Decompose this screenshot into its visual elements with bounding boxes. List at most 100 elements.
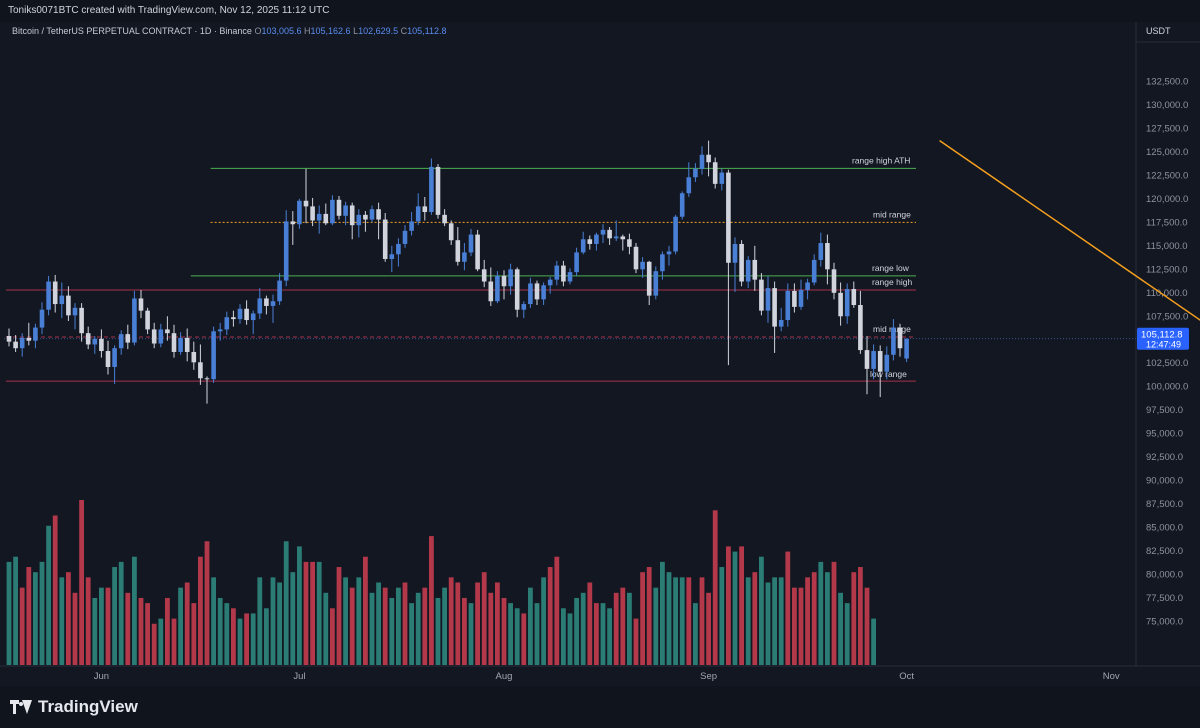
candle-body xyxy=(521,304,527,310)
candle-body xyxy=(297,200,302,225)
volume-bar xyxy=(204,541,210,665)
volume-bar xyxy=(653,587,659,665)
volume-bar xyxy=(561,608,566,665)
volume-bar xyxy=(409,603,414,665)
volume-bar xyxy=(178,587,183,665)
candle-body xyxy=(778,320,784,327)
volume-bar xyxy=(363,556,368,665)
symbol-info: Bitcoin / TetherUS PERPETUAL CONTRACT · … xyxy=(12,26,447,36)
candle-body xyxy=(627,239,632,247)
candle-body xyxy=(858,305,863,351)
volume-bar xyxy=(402,582,408,665)
volume-bar xyxy=(396,587,401,665)
volume-bar xyxy=(594,603,599,665)
volume-bar xyxy=(600,603,606,665)
candle-body xyxy=(85,333,91,345)
tradingview-logo[interactable]: TradingView xyxy=(10,696,138,718)
candle-body xyxy=(653,271,659,296)
volume-bar xyxy=(580,592,586,665)
volume-bar xyxy=(521,613,527,665)
candle-body xyxy=(303,200,309,207)
candle-body xyxy=(897,327,903,349)
candle-body xyxy=(580,239,586,253)
candle-body xyxy=(343,205,348,216)
volume-bar xyxy=(184,582,190,665)
volume-bar xyxy=(772,577,777,665)
candle-body xyxy=(310,206,315,221)
volume-bar xyxy=(118,561,124,665)
volume-bar xyxy=(455,582,461,665)
candle-body xyxy=(389,254,395,259)
y-tick-label: 122,500.0 xyxy=(1146,170,1188,181)
candle-body xyxy=(673,216,678,252)
volume-bar xyxy=(633,618,639,665)
price-chart[interactable]: USDT 75,000.0 77,500.0 80,000.0 82,500.0 85,0… xyxy=(0,0,1200,728)
volume-bar xyxy=(838,592,843,665)
candle-body xyxy=(257,298,263,314)
candle-body xyxy=(798,289,804,307)
x-tick-label: Sep xyxy=(700,671,717,682)
volume-bar xyxy=(844,603,850,665)
candle-body xyxy=(396,243,401,255)
candle-body xyxy=(224,317,230,330)
candle-body xyxy=(336,199,342,216)
open-value: 103,005.6 xyxy=(261,26,302,36)
volume-bar xyxy=(739,546,744,665)
candle-body xyxy=(46,281,51,310)
candle-body xyxy=(633,246,639,270)
volume-bar xyxy=(732,551,738,665)
volume-bar xyxy=(13,556,18,665)
candle-body xyxy=(79,307,84,334)
volume-bar xyxy=(554,556,560,665)
volume-bar xyxy=(607,608,612,665)
candle-body xyxy=(785,290,791,321)
volume-bar xyxy=(349,587,355,665)
y-tick-label: 92,500.0 xyxy=(1146,452,1183,463)
volume-bar xyxy=(191,603,197,665)
candle-body xyxy=(712,162,718,184)
volume-bar xyxy=(52,515,58,665)
low-value: 102,629.5 xyxy=(358,26,399,36)
candle-body xyxy=(158,329,164,344)
candle-body xyxy=(264,298,269,306)
candle-body xyxy=(495,275,500,302)
volume-bar xyxy=(501,597,507,665)
volume-bar xyxy=(105,587,111,665)
volume-bar xyxy=(778,577,784,665)
volume-bar xyxy=(646,567,652,665)
brand-name: TradingView xyxy=(38,697,138,716)
volume-bar xyxy=(620,587,626,665)
candle-body xyxy=(732,243,738,263)
volume-bar xyxy=(151,623,157,665)
volume-bar xyxy=(297,546,302,665)
candle-body xyxy=(884,354,890,372)
y-tick-label: 77,500.0 xyxy=(1146,593,1183,604)
candle-body xyxy=(145,310,150,330)
volume-bar xyxy=(798,587,804,665)
candle-body xyxy=(138,298,144,311)
candle-body xyxy=(462,252,467,262)
candle-body xyxy=(415,206,421,222)
volume-bar xyxy=(376,582,381,665)
volume-bar xyxy=(316,561,322,665)
volume-bar xyxy=(765,582,771,665)
y-tick-label: 107,500.0 xyxy=(1146,311,1188,322)
candle-body xyxy=(528,283,533,305)
volume-bar xyxy=(290,572,296,665)
symbol-name: Bitcoin / TetherUS PERPETUAL CONTRACT · … xyxy=(12,26,252,36)
candle-body xyxy=(349,205,355,226)
footer-bar xyxy=(0,686,1200,728)
volume-bar xyxy=(699,577,705,665)
volume-bar xyxy=(673,577,678,665)
volume-bar xyxy=(59,577,65,665)
volume-bar xyxy=(92,597,98,665)
candle-body xyxy=(660,254,665,272)
candle-body xyxy=(442,214,447,224)
candle-body xyxy=(706,154,711,163)
candle-body xyxy=(66,295,71,316)
level-label: range high xyxy=(872,277,912,287)
candle-body xyxy=(514,269,520,310)
volume-bar xyxy=(171,618,177,665)
candle-body xyxy=(105,351,111,367)
candle-body xyxy=(620,236,626,240)
